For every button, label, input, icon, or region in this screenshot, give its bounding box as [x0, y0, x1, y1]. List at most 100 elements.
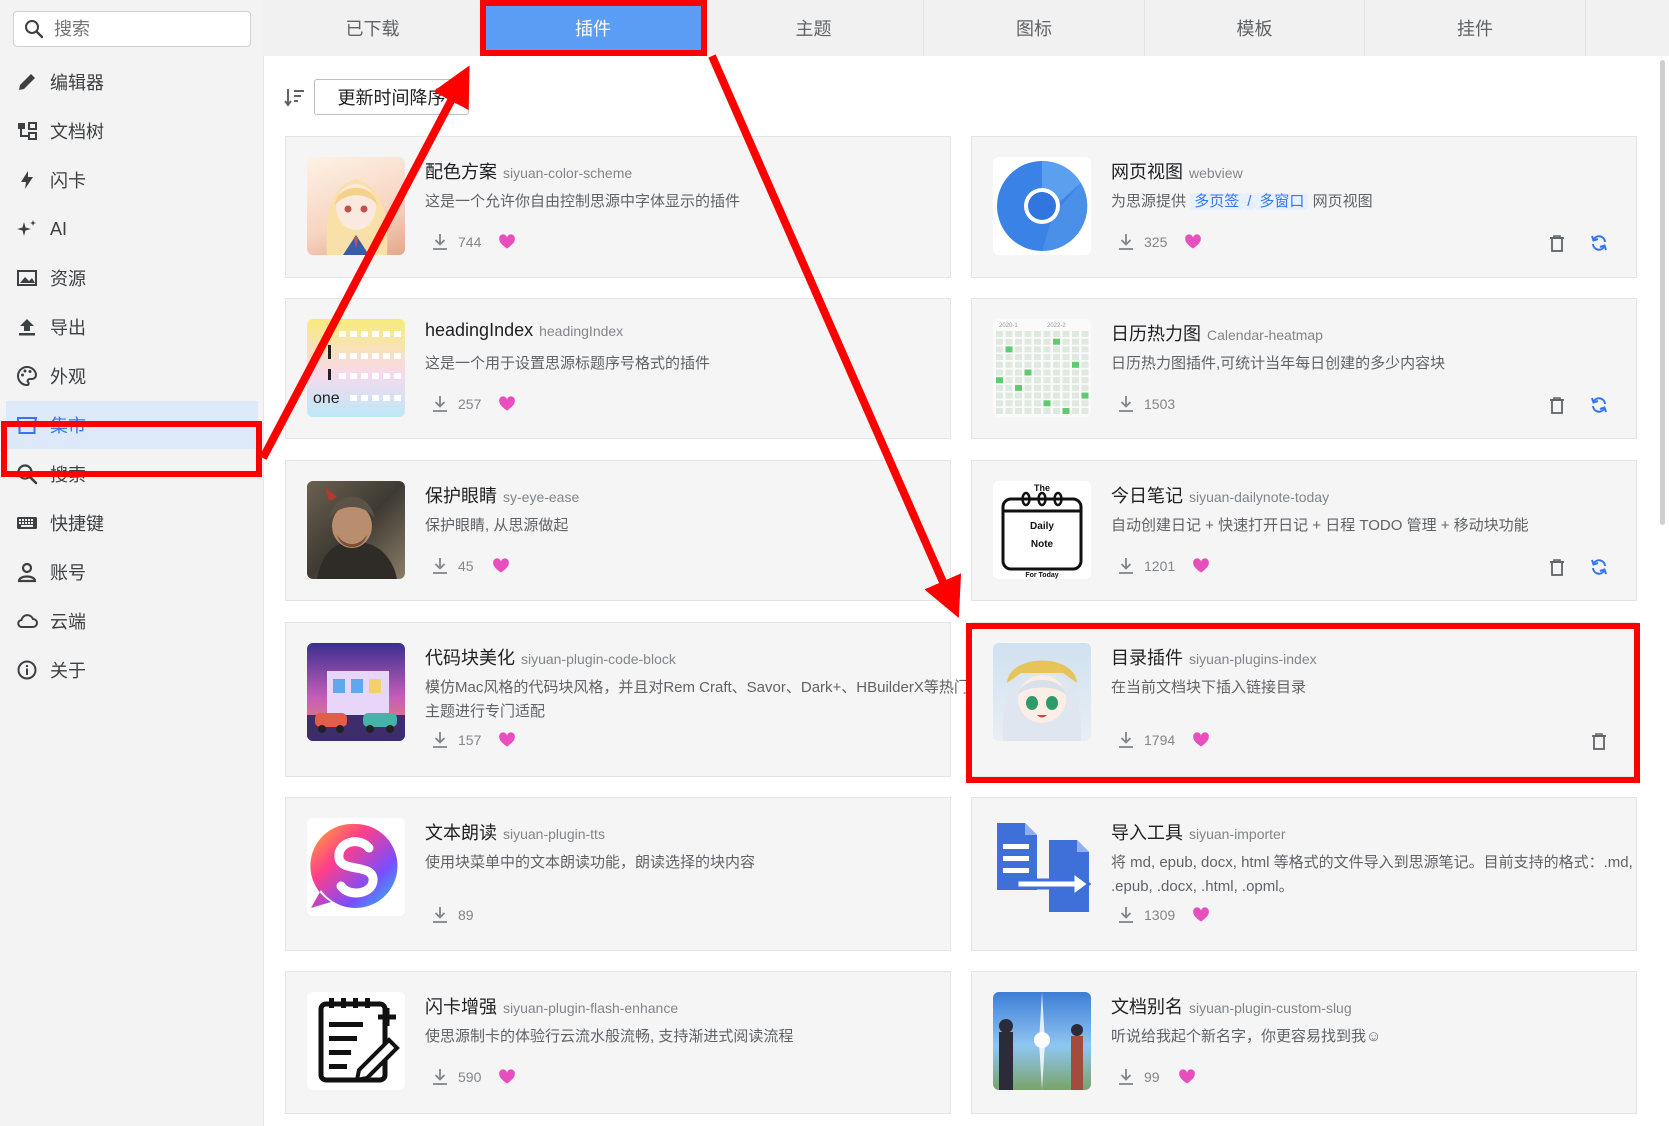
heatmap-cell: [1015, 384, 1022, 391]
heatmap-cell: [1081, 384, 1089, 391]
sort-icon[interactable]: [284, 86, 306, 108]
plugin-card[interactable]: 文本朗读 siyuan-plugin-tts 使用块菜单中的文本朗读功能，朗读选择…: [285, 797, 951, 951]
image-icon: [14, 265, 40, 291]
heatmap-cell: [1081, 338, 1089, 345]
download-count: 89: [458, 907, 474, 923]
heatmap-cell: [1081, 408, 1089, 414]
plugin-title-row: 日历热力图 Calendar-heatmap: [1111, 320, 1323, 346]
sidebar: 编辑器 文档树 闪卡 AI 资源 导出 外观 集市 搜索 快捷键 账号: [0, 0, 264, 1126]
heatmap-cell: [1024, 392, 1032, 399]
plugin-slug: Calendar-heatmap: [1207, 327, 1323, 343]
heatmap-cell: [996, 408, 1003, 414]
sidebar-item-label: AI: [50, 218, 68, 239]
heatmap-cell: [1005, 392, 1013, 399]
tab-themes[interactable]: 主题: [704, 0, 924, 56]
heatmap-cell: [1034, 369, 1041, 376]
sort-order-select[interactable]: 更新时间降序: [314, 79, 469, 115]
heart-icon[interactable]: [492, 557, 510, 575]
sidebar-item-account[interactable]: 账号: [6, 548, 258, 596]
plugin-card[interactable]: 目录插件 siyuan-plugins-index 在当前文档块下插入链接目录 1…: [971, 622, 1637, 777]
sidebar-item-marketplace[interactable]: 集市: [6, 401, 258, 449]
heatmap-cell: [1043, 377, 1051, 384]
plugin-card[interactable]: 导入工具 siyuan-importer 将 md, epub, docx, ht…: [971, 797, 1637, 951]
heatmap-cell: [1005, 331, 1013, 337]
plugin-card[interactable]: one headingIndex headingIndex 这是一个用于设置思源标…: [285, 298, 951, 439]
heart-icon[interactable]: [498, 1068, 516, 1086]
sidebar-item-ai[interactable]: AI: [6, 205, 258, 253]
heatmap-cell: [996, 346, 1003, 353]
heart-icon[interactable]: [1178, 1068, 1196, 1086]
trash-icon[interactable]: [1589, 731, 1609, 751]
heatmap-cell: [1005, 346, 1013, 353]
tab-widgets[interactable]: 挂件: [1365, 0, 1586, 56]
heatmap-cell: [1024, 361, 1032, 368]
heatmap-cell: [1034, 408, 1041, 414]
heart-icon[interactable]: [498, 731, 516, 749]
tab-plugins[interactable]: 插件: [483, 0, 704, 56]
plugin-card[interactable]: 配色方案 siyuan-color-scheme 这是一个允许你自由控制思源中字体…: [285, 136, 951, 278]
heatmap-cell: [1024, 377, 1032, 384]
sidebar-search-input[interactable]: [52, 17, 236, 41]
plugin-thumbnail: [993, 643, 1091, 741]
sidebar-item-search[interactable]: 搜索: [6, 450, 258, 498]
plugin-description: 自动创建日记 + 快速打开日记 + 日程 TODO 管理 + 移动块功能: [1111, 517, 1529, 534]
sidebar-item-cloud[interactable]: 云端: [6, 597, 258, 645]
sidebar-search-box[interactable]: [13, 11, 251, 47]
plugin-card[interactable]: 闪卡增强 siyuan-plugin-flash-enhance 使思源制卡的体验…: [285, 971, 951, 1114]
bolt-icon: [14, 167, 40, 193]
thumbnail-text: For Today: [1025, 572, 1058, 579]
plugin-card[interactable]: 文档别名 siyuan-plugin-custom-slug 听说给我起个新名字，…: [971, 971, 1637, 1114]
sidebar-item-keymap[interactable]: 快捷键: [6, 499, 258, 547]
tab-icons[interactable]: 图标: [924, 0, 1145, 56]
trash-icon[interactable]: [1547, 395, 1567, 415]
tab-templates[interactable]: 模板: [1145, 0, 1365, 56]
heatmap-cell: [1072, 369, 1079, 376]
trash-icon[interactable]: [1547, 557, 1567, 577]
sidebar-item-doctree[interactable]: 文档树: [6, 107, 258, 155]
heatmap-cell: [1034, 361, 1041, 368]
plugin-description: 使思源制卡的体验行云流水般流畅, 支持渐进式阅读流程: [425, 1028, 794, 1045]
heart-icon[interactable]: [1192, 557, 1210, 575]
plugin-stats: 325: [1117, 233, 1211, 251]
plugin-slug: siyuan-color-scheme: [503, 165, 633, 181]
plugin-card[interactable]: The Daily Note For Today 今日笔记 siyuan-dailyno…: [971, 460, 1637, 601]
refresh-icon[interactable]: [1589, 557, 1609, 577]
download-count: 1201: [1144, 558, 1176, 574]
plugin-card[interactable]: 网页视图 webview 为思源提供 多页签 / 多窗口 网页视图 325: [971, 136, 1637, 278]
plugin-stats: 1794: [1117, 731, 1219, 749]
sidebar-item-export[interactable]: 导出: [6, 303, 258, 351]
heatmap-cell: [1062, 377, 1070, 384]
heatmap-cell: [1062, 354, 1070, 361]
heatmap-cell: [1015, 361, 1022, 368]
plugin-thumbnail: [993, 157, 1091, 255]
heart-icon[interactable]: [498, 395, 516, 413]
refresh-icon[interactable]: [1589, 395, 1609, 415]
plugin-card[interactable]: 代码块美化 siyuan-plugin-code-block 模仿Mac风格的代码…: [285, 622, 969, 777]
plugin-card[interactable]: 2020-1 2022-2 日历热力图 Calendar-heatmap 日历热力图…: [971, 298, 1637, 439]
plugin-card[interactable]: 保护眼睛 sy-eye-ease 保护眼睛, 从思源做起 45: [285, 460, 951, 601]
trash-icon[interactable]: [1547, 233, 1567, 253]
download-icon: [433, 732, 447, 748]
sidebar-item-appearance[interactable]: 外观: [6, 352, 258, 400]
heart-icon[interactable]: [498, 233, 516, 251]
plugin-stats: 257: [431, 395, 525, 413]
sidebar-item-flashcard[interactable]: 闪卡: [6, 156, 258, 204]
plugin-name: 日历热力图: [1111, 324, 1201, 344]
plugin-slug: siyuan-plugin-flash-enhance: [503, 1000, 679, 1016]
heart-icon[interactable]: [1184, 233, 1202, 251]
plugin-name: 配色方案: [425, 162, 497, 182]
heatmap-cell: [1024, 354, 1032, 361]
sidebar-item-label: 闪卡: [50, 171, 86, 191]
plugin-description: 使用块菜单中的文本朗读功能，朗读选择的块内容: [425, 854, 756, 871]
plugin-slug: webview: [1189, 165, 1243, 181]
heart-icon[interactable]: [1192, 731, 1210, 749]
sidebar-item-editor[interactable]: 编辑器: [6, 58, 258, 106]
thumbnail-text: Daily: [1030, 521, 1054, 532]
refresh-icon[interactable]: [1589, 233, 1609, 253]
sidebar-item-about[interactable]: 关于: [6, 646, 258, 694]
heart-icon[interactable]: [1192, 906, 1210, 924]
scrollbar[interactable]: [1660, 60, 1665, 525]
heatmap-cell: [1024, 408, 1032, 414]
sidebar-item-assets[interactable]: 资源: [6, 254, 258, 302]
tab-downloaded[interactable]: 已下载: [263, 0, 483, 56]
